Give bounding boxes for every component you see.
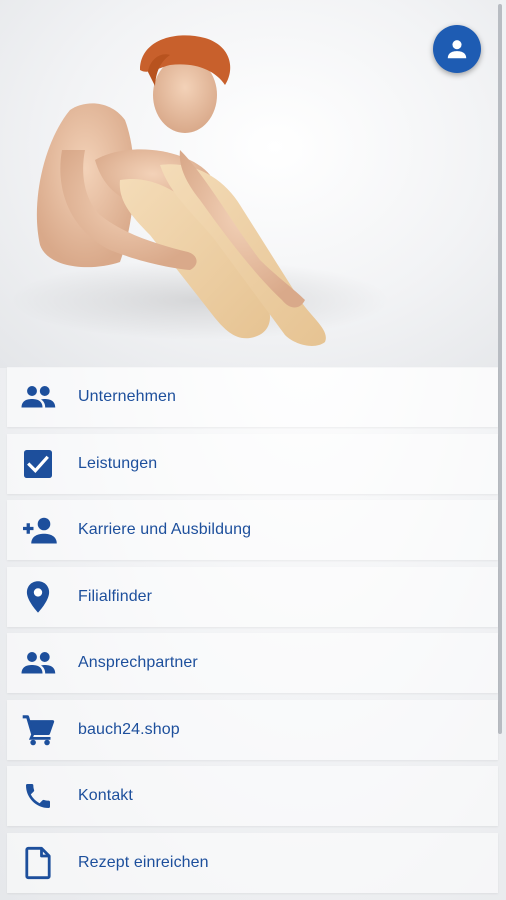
location-pin-icon <box>18 577 58 617</box>
hero-photo-illustration <box>10 35 390 346</box>
person-add-icon <box>18 510 58 550</box>
menu-item-label: Unternehmen <box>78 388 177 405</box>
menu-item-ansprechpartner[interactable]: Ansprechpartner <box>7 633 498 693</box>
app-screen: Unternehmen Leistungen Karriere und Ausb… <box>0 0 506 900</box>
group-icon <box>18 643 58 683</box>
menu-item-filialfinder[interactable]: Filialfinder <box>7 566 498 627</box>
menu-item-label: Kontakt <box>78 787 133 804</box>
menu-item-shop[interactable]: bauch24.shop <box>7 699 498 760</box>
menu-item-unternehmen[interactable]: Unternehmen <box>7 367 498 427</box>
document-icon <box>18 843 58 883</box>
menu-item-label: Filialfinder <box>78 587 153 605</box>
menu-item-kontakt[interactable]: Kontakt <box>7 766 498 826</box>
main-menu: Unternehmen Leistungen Karriere und Ausb… <box>7 367 498 899</box>
profile-button[interactable] <box>433 25 481 73</box>
menu-item-label: Ansprechpartner <box>78 654 198 671</box>
scrollbar[interactable] <box>498 4 502 734</box>
menu-item-label: Karriere und Ausbildung <box>78 521 252 538</box>
menu-item-label: bauch24.shop <box>78 720 180 738</box>
checkbox-icon <box>18 444 58 484</box>
menu-item-leistungen[interactable]: Leistungen <box>7 433 498 494</box>
menu-item-label: Rezept einreichen <box>78 853 209 871</box>
phone-icon <box>18 776 58 816</box>
menu-item-rezept[interactable]: Rezept einreichen <box>7 832 498 893</box>
hero-image <box>0 0 500 368</box>
shopping-cart-icon <box>18 710 58 750</box>
group-icon <box>18 377 58 417</box>
account-icon <box>447 40 467 59</box>
menu-item-label: Leistungen <box>78 454 158 472</box>
menu-item-karriere[interactable]: Karriere und Ausbildung <box>7 500 498 560</box>
